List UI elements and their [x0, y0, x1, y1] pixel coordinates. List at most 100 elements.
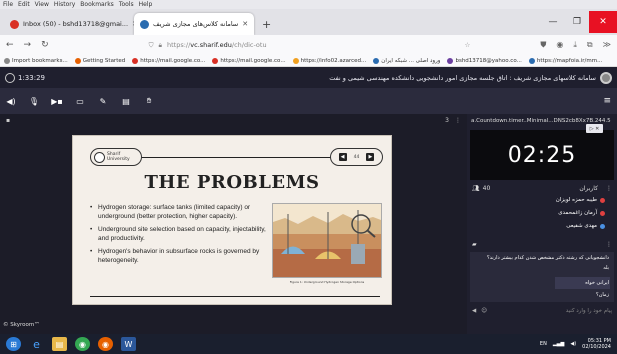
- more-options-icon[interactable]: ⋮: [606, 241, 612, 248]
- close-window-button[interactable]: ✕: [589, 11, 617, 33]
- chat-message: زمان؟: [596, 292, 609, 298]
- bookmark-item[interactable]: https://mapfoia.ir/mm...: [528, 57, 602, 64]
- chat-input[interactable]: ◀ ☺ پیام خود را وارد کنید: [467, 304, 617, 317]
- raise-hand-icon[interactable]: ✋︎: [144, 96, 154, 106]
- app-header: 1:33:29 سامانه کلاسهای مجازی شریف : اتاق…: [0, 67, 617, 88]
- bullet-item: Underground site selection based on capa…: [90, 225, 272, 243]
- file-icon: ▪: [6, 117, 11, 124]
- site-icon: [292, 57, 299, 64]
- lock-icon: 🔒︎: [158, 40, 162, 49]
- file-icon[interactable]: ▤: [121, 96, 131, 106]
- menu-view[interactable]: View: [35, 0, 49, 9]
- gmail-icon: [212, 57, 219, 64]
- more-options-icon[interactable]: ⋮: [455, 117, 461, 124]
- users-icon: 👥︎: [472, 185, 480, 192]
- word-icon[interactable]: W: [121, 337, 136, 351]
- reload-icon[interactable]: ↻: [41, 40, 49, 50]
- menu-history[interactable]: History: [54, 0, 75, 9]
- emoji-icon[interactable]: ☺: [481, 308, 487, 314]
- back-icon[interactable]: ←: [6, 40, 14, 50]
- firefox-icon: [74, 57, 81, 64]
- camera-icon[interactable]: ▶▪: [51, 96, 63, 106]
- bookmark-star-icon[interactable]: ☆: [465, 41, 471, 49]
- slide-number: 3: [445, 117, 449, 124]
- site-icon: [373, 57, 380, 64]
- users-count: 40: [482, 185, 491, 192]
- screen-share-icon[interactable]: ▭: [75, 96, 85, 106]
- sharif-logo-icon: [600, 71, 612, 84]
- bookmark-item[interactable]: ورود اصلی ... شبکه ایران: [373, 57, 440, 64]
- volume-icon[interactable]: ◀): [570, 341, 576, 347]
- bookmark-item[interactable]: https://mail.google.co...: [212, 57, 286, 64]
- import-icon: [4, 57, 10, 64]
- close-tab-icon[interactable]: ✕: [242, 20, 248, 28]
- start-button-icon[interactable]: ⊞: [6, 337, 21, 351]
- send-icon[interactable]: ◀: [472, 308, 476, 314]
- countdown-display: 02:25: [507, 142, 577, 168]
- bookmark-item[interactable]: Import bookmarks...: [4, 57, 68, 64]
- new-tab-button[interactable]: +: [254, 18, 279, 35]
- pocket-icon[interactable]: ⛊: [540, 40, 546, 50]
- next-slide-icon[interactable]: ▶: [366, 153, 375, 161]
- network-icon[interactable]: ▂▄▆: [553, 341, 565, 347]
- gmail-icon: [132, 57, 139, 64]
- slide-header-line: [140, 157, 332, 158]
- menu-help[interactable]: Help: [139, 0, 153, 9]
- user-icon: [600, 197, 605, 203]
- bookmark-item[interactable]: Getting Started: [74, 57, 125, 64]
- file-explorer-icon[interactable]: ▤: [52, 337, 67, 351]
- clock[interactable]: 05:31 PM 02/10/2024: [582, 338, 611, 350]
- firefox-icon[interactable]: ◉: [98, 337, 113, 351]
- speaker-icon[interactable]: ◀): [6, 96, 16, 106]
- user-icon: [600, 210, 605, 216]
- slide-page: 44: [353, 154, 360, 160]
- skyroom-credit: © Skyroom™: [3, 322, 40, 328]
- user-item[interactable]: مهدی شفیعی: [566, 223, 605, 229]
- room-title: سامانه کلاسهای مجازی شریف : اتاق جلسه مج…: [329, 73, 596, 82]
- menu-tools[interactable]: Tools: [119, 0, 134, 9]
- menu-edit[interactable]: Edit: [18, 0, 30, 9]
- bookmarks-bar: Import bookmarks... Getting Started http…: [0, 55, 617, 67]
- slide-nav-pill: ◀ 44 ▶: [330, 148, 383, 166]
- downloads-icon[interactable]: ⤓: [573, 40, 577, 50]
- shield-icon: ⛉: [148, 40, 154, 49]
- url-bar[interactable]: ⛉ 🔒︎ https://vc.sharif.edu/ch/dic-otu ☆: [59, 38, 531, 52]
- clock-icon: [5, 72, 15, 83]
- bullet-item: Hydrogen's behavior in subsurface rocks …: [90, 247, 272, 265]
- language-indicator[interactable]: EN: [540, 341, 547, 347]
- bookmark-item[interactable]: https://mail.google.co...: [132, 57, 205, 64]
- user-item[interactable]: طیبه حمزه لویزان: [556, 197, 605, 203]
- university-name: Sharif University: [107, 152, 130, 162]
- hamburger-menu-icon[interactable]: ≡: [603, 96, 611, 106]
- video-player: 02:25: [470, 130, 614, 180]
- forward-icon[interactable]: →: [24, 40, 32, 50]
- menu-bookmarks[interactable]: Bookmarks: [80, 0, 114, 9]
- system-tray: EN ▂▄▆ ◀) 05:31 PM 02/10/2024: [540, 338, 611, 350]
- prev-slide-icon[interactable]: ◀: [338, 153, 347, 161]
- tab-gmail[interactable]: Inbox (50) - bshd13718@gmai... ✕: [4, 13, 134, 35]
- nav-right-icons: ⛊ ◉ ⤓ ⧉ ≫: [540, 40, 611, 50]
- extensions-icon[interactable]: ⧉: [587, 40, 593, 50]
- minimize-button[interactable]: —: [541, 11, 565, 33]
- pen-icon[interactable]: ✎: [98, 96, 108, 106]
- gmail-icon: [10, 19, 19, 29]
- bookmark-item[interactable]: bshd13718@yahoo.co...: [447, 57, 522, 64]
- chat-icon: ▰: [472, 241, 477, 248]
- tab-vc-label: سامانه کلاس‌های مجازی شریف: [153, 20, 239, 28]
- more-options-icon[interactable]: ⋮: [606, 185, 612, 192]
- bookmark-item[interactable]: https://info02.azarced...: [292, 57, 366, 64]
- chrome-icon[interactable]: ◉: [75, 337, 90, 351]
- university-logo-icon: [94, 151, 105, 163]
- microphone-icon[interactable]: 🎙︎: [29, 96, 39, 106]
- maximize-button[interactable]: ❐: [565, 11, 589, 33]
- user-item[interactable]: آرمان زاغمحمدی: [558, 210, 605, 216]
- window-controls: — ❐ ✕: [541, 9, 617, 35]
- video-ad-button[interactable]: ▷ ✕: [586, 124, 603, 133]
- site-icon: [528, 57, 535, 64]
- account-icon[interactable]: ◉: [556, 40, 563, 50]
- overflow-menu-icon[interactable]: ≫: [603, 40, 611, 50]
- chat-placeholder: پیام خود را وارد کنید: [565, 307, 612, 314]
- menu-file[interactable]: File: [3, 0, 13, 9]
- tab-vc[interactable]: سامانه کلاس‌های مجازی شریف ✕: [134, 13, 254, 35]
- internet-explorer-icon[interactable]: e: [29, 337, 44, 351]
